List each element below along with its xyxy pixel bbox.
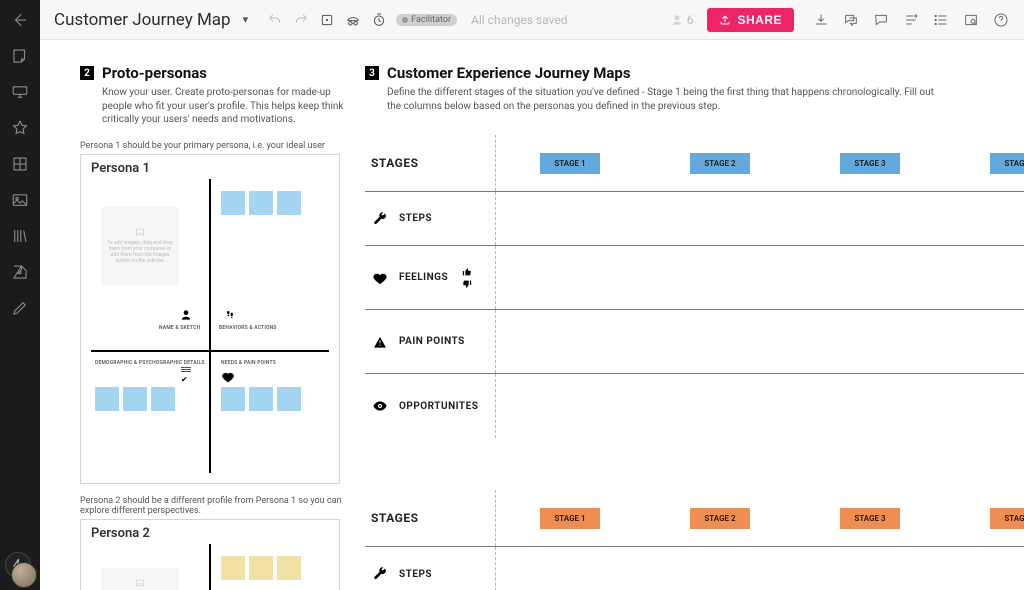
wrench-icon — [371, 210, 389, 228]
jm-row-stages: STAGES STAGE 1 STAGE 2 STAGE 3 STAGE 4 — [365, 490, 1024, 546]
role-badge: Facilitator — [396, 14, 457, 26]
stage-chip[interactable]: STAGE 4 — [990, 153, 1024, 174]
persona1-note: Persona 1 should be your primary persona… — [80, 141, 360, 151]
section-number: 3 — [365, 66, 379, 80]
outline-icon[interactable] — [932, 11, 950, 29]
jm-row-painpoints: PAIN POINTS — [365, 310, 1024, 374]
section-title: Customer Experience Journey Maps — [387, 64, 631, 82]
quad-label-tr: BEHAVIORS & ACTIONS — [219, 325, 277, 331]
sticky[interactable] — [123, 387, 147, 411]
grid-icon[interactable] — [10, 154, 30, 174]
heart-icon — [371, 269, 389, 287]
sticky[interactable] — [249, 191, 273, 215]
jm-row-feelings: FEELINGS — [365, 246, 1024, 310]
back-icon[interactable] — [10, 10, 30, 30]
check-icon: ✔ — [181, 375, 188, 384]
section-number: 2 — [80, 66, 94, 80]
topbar: Customer Journey Map ▾ Facilitator All c… — [40, 0, 1024, 40]
jm-row-opportunities: OPPORTUNITES — [365, 374, 1024, 438]
quad-label-br: NEEDS & PAIN POINTS — [221, 360, 276, 366]
persona1-title: Persona 1 — [81, 155, 339, 178]
sticky[interactable] — [221, 191, 245, 215]
thumbs-up-icon — [462, 267, 472, 277]
sticky[interactable] — [249, 556, 273, 580]
thumbs-icons — [462, 267, 472, 289]
stage-chip[interactable]: STAGE 2 — [690, 153, 749, 174]
comment-icon[interactable] — [872, 11, 890, 29]
eye-icon — [371, 397, 389, 415]
right-tools — [812, 11, 1010, 29]
wrench-icon — [371, 565, 389, 583]
user-icon — [179, 307, 193, 321]
section-desc: Define the different stages of the situa… — [387, 86, 947, 113]
chevron-down-icon[interactable]: ▾ — [243, 13, 249, 26]
persona1-card[interactable]: Persona 1 To add images, drag and drop t… — [80, 154, 340, 484]
journey-table-2: STAGES STAGE 1 STAGE 2 STAGE 3 STAGE 4 S… — [365, 490, 1024, 590]
jm-row-stages: STAGES STAGE 1 STAGE 2 STAGE 3 STAGE 4 — [365, 135, 1024, 191]
star-icon[interactable] — [10, 118, 30, 138]
incognito-icon[interactable] — [344, 11, 362, 29]
footsteps-icon — [223, 307, 237, 321]
warning-icon — [371, 333, 389, 351]
sticky[interactable] — [249, 387, 273, 411]
persona2-note: Persona 2 should be a different profile … — [80, 496, 360, 516]
profile-stack[interactable] — [5, 552, 35, 582]
redo-icon[interactable] — [292, 11, 310, 29]
jm-row-steps: STEPS — [365, 192, 1024, 246]
section-desc: Know your user. Create proto-personas fo… — [102, 86, 360, 127]
image-placeholder[interactable]: To add images, drag and drop them from y… — [101, 207, 179, 285]
left-rail — [0, 0, 40, 590]
timer-icon[interactable] — [370, 11, 388, 29]
section-proto-personas: 2 Proto-personas Know your user. Create … — [80, 64, 360, 590]
frame-icon[interactable] — [318, 11, 336, 29]
sticky[interactable] — [277, 387, 301, 411]
help-icon[interactable] — [992, 11, 1010, 29]
download-icon[interactable] — [812, 11, 830, 29]
export-icon[interactable] — [10, 262, 30, 282]
stage-chip[interactable]: STAGE 4 — [990, 508, 1024, 529]
journey-table-1: STAGES STAGE 1 STAGE 2 STAGE 3 STAGE 4 S… — [365, 135, 1024, 438]
persona2-title: Persona 2 — [81, 520, 339, 543]
activity-icon[interactable] — [902, 11, 920, 29]
thumbs-down-icon — [462, 279, 472, 289]
sticky[interactable] — [95, 387, 119, 411]
sticky[interactable] — [221, 556, 245, 580]
sticky[interactable] — [277, 191, 301, 215]
sticky[interactable] — [221, 387, 245, 411]
library-icon[interactable] — [10, 226, 30, 246]
present-icon[interactable] — [10, 82, 30, 102]
image-placeholder[interactable]: To add images, drag and drop them from y… — [101, 568, 179, 590]
stage-chip[interactable]: STAGE 2 — [690, 508, 749, 529]
section-title: Proto-personas — [102, 64, 207, 82]
pencil-icon[interactable] — [10, 298, 30, 318]
search-icon[interactable] — [962, 11, 980, 29]
board-title[interactable]: Customer Journey Map — [54, 10, 231, 30]
quad-label-tl: NAME & SKETCH — [159, 325, 200, 331]
stage-chip[interactable]: STAGE 1 — [540, 508, 599, 529]
note-icon[interactable] — [10, 46, 30, 66]
persona2-card[interactable]: Persona 2 To add images, drag and drop t… — [80, 519, 340, 590]
share-button[interactable]: SHARE — [707, 8, 794, 32]
section-journey-maps: 3 Customer Experience Journey Maps Defin… — [365, 64, 1024, 590]
chat-icon[interactable] — [842, 11, 860, 29]
jm-row-steps: STEPS — [365, 547, 1024, 590]
stage-chip[interactable]: STAGE 1 — [540, 153, 599, 174]
undo-icon[interactable] — [266, 11, 284, 29]
stage-chip[interactable]: STAGE 3 — [840, 508, 899, 529]
sticky[interactable] — [151, 387, 175, 411]
canvas[interactable]: 2 Proto-personas Know your user. Create … — [40, 40, 1024, 590]
sticky[interactable] — [277, 556, 301, 580]
save-status: All changes saved — [471, 13, 567, 27]
avatar — [11, 562, 37, 588]
quad-label-bl: DEMOGRAPHIC & PSYCHOGRAPHIC DETAILS — [95, 360, 205, 366]
user-count[interactable]: 6 — [670, 13, 694, 27]
heart-outline-icon — [221, 369, 235, 383]
stage-chip[interactable]: STAGE 3 — [840, 153, 899, 174]
image-icon[interactable] — [10, 190, 30, 210]
